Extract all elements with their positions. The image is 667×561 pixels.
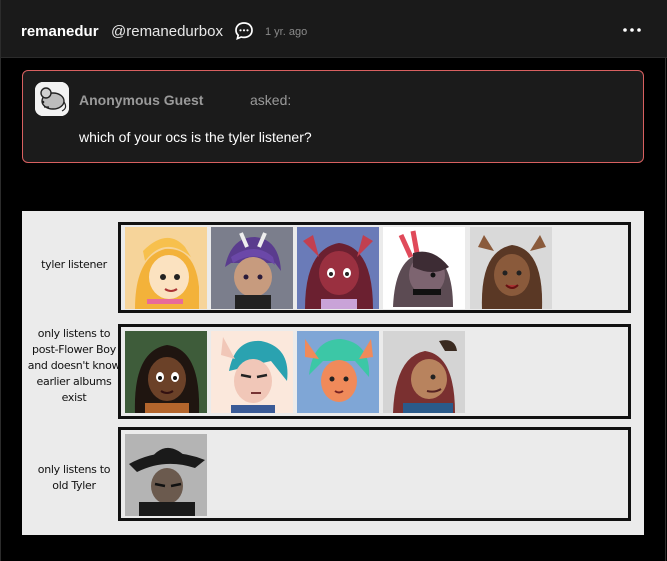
character-portrait <box>297 227 379 309</box>
tier-row-label: only listens to old Tyler <box>37 463 111 492</box>
post-timestamp: 1 yr. ago <box>265 26 308 38</box>
asker-name[interactable]: Anonymous Guest <box>79 92 203 108</box>
character-portrait <box>470 227 552 309</box>
character-portrait <box>125 434 207 516</box>
asked-label: asked: <box>250 92 292 108</box>
more-dots-icon[interactable] <box>621 22 643 38</box>
ask-question: which of your ocs is the tyler listener? <box>79 129 312 145</box>
post-username[interactable]: remanedur <box>21 23 99 40</box>
character-portrait <box>125 331 207 413</box>
character-portrait <box>211 227 293 309</box>
character-portrait <box>297 331 379 413</box>
ask-box: Anonymous Guest asked: which of your ocs… <box>22 70 644 163</box>
anonymous-avatar-icon[interactable] <box>35 82 69 116</box>
character-portrait <box>383 331 465 413</box>
character-portrait <box>211 331 293 413</box>
post-header: remanedur @remanedurbox 1 yr. ago <box>1 0 667 58</box>
tier-row-label: only listens to post-Flower Boy and does… <box>27 327 121 404</box>
post-card: remanedur @remanedurbox 1 yr. ago Anonym… <box>0 0 667 561</box>
post-handle[interactable]: @remanedurbox <box>111 23 223 40</box>
speech-bubble-icon[interactable] <box>234 21 254 41</box>
character-portrait <box>125 227 207 309</box>
tier-list-image[interactable]: tyler listener only listens to post-Flow… <box>22 211 644 535</box>
character-portrait <box>383 227 465 309</box>
tier-row-label: tyler listener <box>41 258 107 271</box>
